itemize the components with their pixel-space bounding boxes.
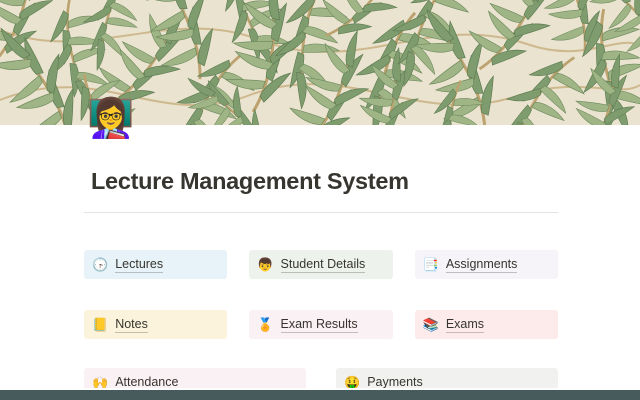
card-exam-results[interactable]: 🏅 Exam Results — [249, 310, 392, 339]
medal-icon: 🏅 — [257, 318, 273, 331]
card-lectures[interactable]: 🕞 Lectures — [84, 250, 227, 279]
books-icon: 📚 — [423, 318, 439, 331]
bookmark-tabs-icon: 📑 — [423, 258, 439, 271]
bottom-bar — [0, 388, 640, 400]
card-student-details[interactable]: 👦 Student Details — [249, 250, 392, 279]
card-grid-row-2: 📒 Notes 🏅 Exam Results 📚 Exams — [84, 310, 558, 339]
assignments-link[interactable]: Assignments — [446, 257, 518, 273]
card-notes[interactable]: 📒 Notes — [84, 310, 227, 339]
exam-results-link[interactable]: Exam Results — [281, 317, 358, 333]
lectures-link[interactable]: Lectures — [115, 257, 163, 273]
page-icon[interactable]: 👩‍🏫 — [87, 97, 134, 141]
card-exams[interactable]: 📚 Exams — [415, 310, 558, 339]
clock-icon: 🕞 — [92, 258, 108, 271]
card-grid-row-1: 🕞 Lectures 👦 Student Details 📑 Assignmen… — [84, 250, 558, 279]
exams-link[interactable]: Exams — [446, 317, 484, 333]
card-assignments[interactable]: 📑 Assignments — [415, 250, 558, 279]
notes-link[interactable]: Notes — [115, 317, 148, 333]
divider — [84, 212, 558, 213]
student-icon: 👦 — [257, 258, 273, 271]
ledger-icon: 📒 — [92, 318, 108, 331]
student-details-link[interactable]: Student Details — [281, 257, 366, 273]
page-title: Lecture Management System — [91, 168, 409, 195]
